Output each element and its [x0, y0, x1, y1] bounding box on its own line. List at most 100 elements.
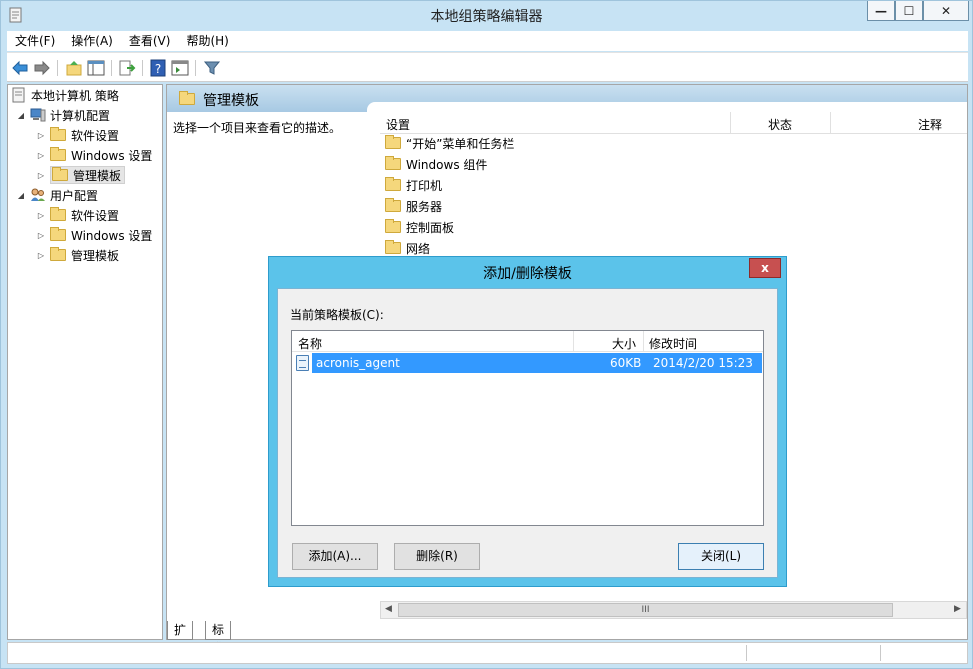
collapsed-arrow-icon[interactable]: ▷: [36, 211, 46, 220]
list-item-label: 网络: [406, 241, 431, 256]
dialog-body: 当前策略模板(C): 名称 大小 修改时间 acronis_agent 60KB…: [277, 288, 778, 578]
column-setting[interactable]: 设置: [386, 116, 410, 133]
column-comment[interactable]: 注释: [918, 116, 942, 133]
template-file-icon: [296, 355, 309, 371]
template-size: 60KB: [610, 356, 642, 370]
table-row[interactable]: acronis_agent 60KB 2014/2/20 15:23: [296, 353, 762, 373]
help-icon[interactable]: ?: [149, 59, 167, 77]
scroll-thumb[interactable]: III: [398, 603, 893, 617]
selected-tree-node[interactable]: 管理模板: [50, 166, 126, 184]
svg-text:?: ?: [155, 62, 161, 76]
list-item-label: Windows 组件: [406, 157, 488, 172]
folder-icon: [385, 198, 401, 212]
folder-icon: [50, 207, 66, 221]
minimize-button[interactable]: —: [867, 1, 895, 21]
column-size[interactable]: 大小: [612, 335, 636, 352]
current-templates-label: 当前策略模板(C):: [290, 308, 384, 322]
close-window-button[interactable]: ✕: [923, 1, 969, 21]
close-dialog-button[interactable]: 关闭(L): [678, 543, 764, 570]
list-item-label: 服务器: [406, 199, 443, 214]
tree-item-user-config[interactable]: ◢ 用户配置: [16, 186, 98, 204]
folder-icon: [50, 247, 66, 261]
folder-icon: [50, 227, 66, 241]
scroll-right-arrow-icon[interactable]: ▶: [954, 604, 961, 614]
folder-icon: [52, 167, 68, 181]
toolbar: ?: [7, 52, 968, 82]
templates-list[interactable]: 名称 大小 修改时间 acronis_agent 60KB 2014/2/20 …: [291, 330, 764, 526]
collapsed-arrow-icon[interactable]: ▷: [36, 251, 46, 260]
add-remove-templates-dialog: 添加/删除模板 x 当前策略模板(C): 名称 大小 修改时间 acronis_…: [268, 256, 787, 587]
template-details: 60KB 2014/2/20 15:23: [576, 353, 762, 373]
export-list-icon[interactable]: [118, 59, 136, 77]
properties-view-icon[interactable]: [171, 59, 189, 77]
tree-item-root[interactable]: 本地计算机 策略: [12, 86, 119, 104]
computer-icon: [30, 108, 46, 122]
scroll-left-arrow-icon[interactable]: ◀: [385, 604, 392, 614]
tree-item-label: 管理模板: [71, 248, 120, 263]
column-modified[interactable]: 修改时间: [649, 335, 697, 352]
collapsed-arrow-icon[interactable]: ▷: [36, 151, 46, 160]
up-folder-icon[interactable]: [65, 59, 83, 77]
template-name: acronis_agent: [312, 353, 576, 373]
tree-item-user-windows[interactable]: ▷ Windows 设置: [36, 226, 152, 244]
list-item[interactable]: 网络: [385, 238, 430, 258]
expanded-arrow-icon[interactable]: ◢: [16, 191, 26, 200]
collapsed-arrow-icon[interactable]: ▷: [36, 131, 46, 140]
folder-icon: [50, 127, 66, 141]
folder-icon: [385, 240, 401, 254]
tree-item-user-admin-templates[interactable]: ▷ 管理模板: [36, 246, 119, 264]
list-item[interactable]: 服务器: [385, 196, 442, 216]
list-item[interactable]: 打印机: [385, 175, 442, 195]
menu-file[interactable]: 文件(F): [7, 31, 63, 51]
remove-template-button[interactable]: 删除(R): [394, 543, 480, 570]
tree-item-label: 软件设置: [71, 208, 120, 223]
tab-standard[interactable]: 标准: [205, 621, 232, 655]
tree-item-label: 用户配置: [50, 188, 99, 203]
menu-action[interactable]: 操作(A): [63, 31, 121, 51]
tree-item-computer-admin-templates[interactable]: ▷ 管理模板: [36, 166, 126, 184]
tree-item-computer-windows[interactable]: ▷ Windows 设置: [36, 146, 152, 164]
forward-arrow-icon[interactable]: [33, 59, 51, 77]
tree-item-computer-software[interactable]: ▷ 软件设置: [36, 126, 119, 144]
dialog-title: 添加/删除模板: [483, 266, 572, 282]
list-item[interactable]: 控制面板: [385, 217, 454, 237]
column-name[interactable]: 名称: [298, 335, 322, 352]
horizontal-scrollbar[interactable]: ◀ III ▶: [380, 601, 967, 619]
folder-icon: [385, 219, 401, 233]
settings-column-header: 设置 状态 注释: [380, 112, 967, 134]
status-bar: [7, 642, 968, 664]
tree-item-label: 软件设置: [71, 128, 120, 143]
list-item-label: “开始”菜单和任务栏: [406, 136, 515, 151]
folder-icon: [385, 177, 401, 191]
expanded-arrow-icon[interactable]: ◢: [16, 111, 26, 120]
users-icon: [31, 188, 45, 201]
collapsed-arrow-icon[interactable]: ▷: [36, 231, 46, 240]
policy-document-icon: [12, 87, 25, 103]
description-text: 选择一个项目来查看它的描述。: [173, 121, 342, 135]
title-bar[interactable]: 本地组策略编辑器 — ☐ ✕: [1, 1, 972, 30]
details-header-title: 管理模板: [203, 93, 259, 109]
tree-item-computer-config[interactable]: ◢ 计算机配置: [16, 106, 110, 124]
back-arrow-icon[interactable]: [11, 59, 29, 77]
menu-view[interactable]: 查看(V): [121, 31, 179, 51]
add-template-button[interactable]: 添加(A)...: [292, 543, 378, 570]
template-modified: 2014/2/20 15:23: [653, 356, 753, 370]
tree-item-label: 计算机配置: [50, 108, 111, 123]
console-tree: 本地计算机 策略 ◢ 计算机配置 ▷ 软件设置 ▷ Windows 设置 ▷ 管…: [7, 84, 163, 640]
tree-item-user-software[interactable]: ▷ 软件设置: [36, 206, 119, 224]
menu-bar: 文件(F) 操作(A) 查看(V) 帮助(H): [7, 31, 968, 51]
templates-list-header: 名称 大小 修改时间: [292, 331, 763, 352]
collapsed-arrow-icon[interactable]: ▷: [36, 171, 46, 180]
folder-icon: [385, 156, 401, 170]
dialog-close-button[interactable]: x: [749, 258, 781, 278]
tree-item-label: Windows 设置: [71, 148, 153, 163]
column-state[interactable]: 状态: [768, 116, 792, 133]
tab-extended[interactable]: 扩展: [167, 621, 194, 655]
filter-icon[interactable]: [203, 59, 221, 77]
menu-help[interactable]: 帮助(H): [178, 31, 236, 51]
show-hide-tree-icon[interactable]: [87, 59, 105, 77]
folder-icon: [50, 147, 66, 161]
list-item[interactable]: Windows 组件: [385, 154, 487, 174]
list-item[interactable]: “开始”菜单和任务栏: [385, 133, 514, 153]
maximize-button[interactable]: ☐: [895, 1, 923, 21]
